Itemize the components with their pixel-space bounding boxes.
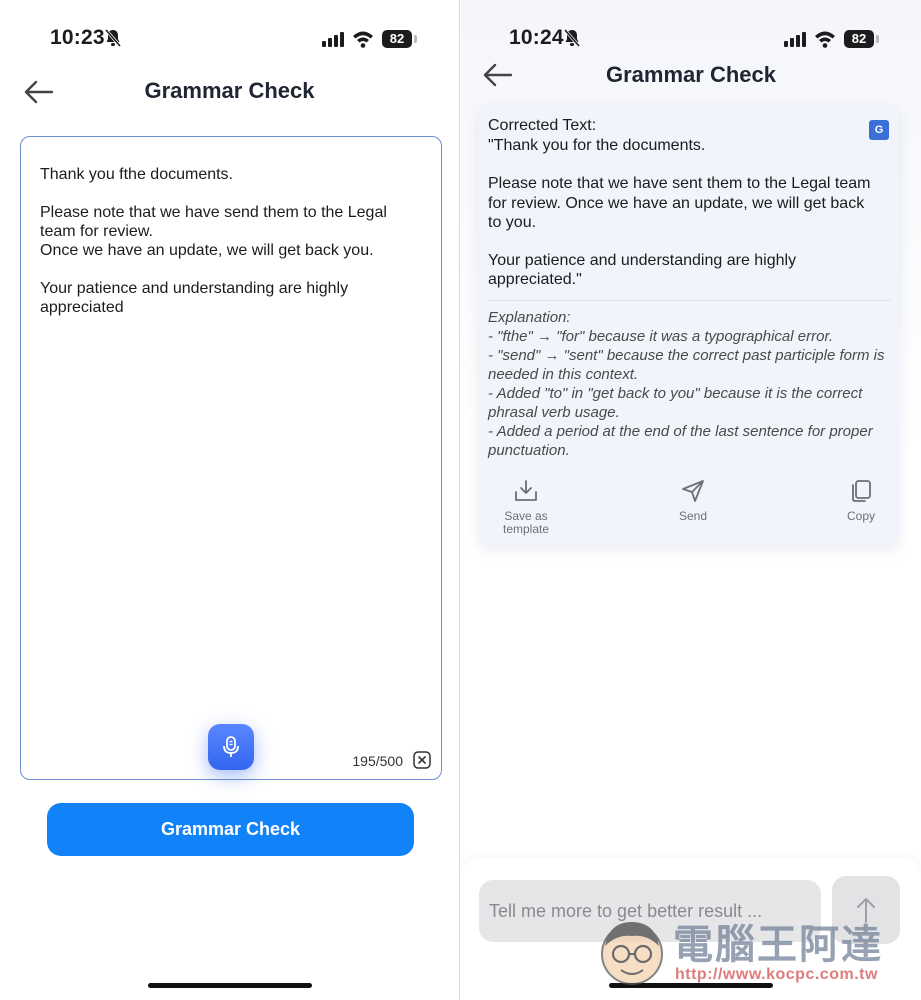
status-time: 10:23	[50, 26, 105, 49]
watermark-title: 電腦王阿達	[673, 922, 883, 968]
page-title: Grammar Check	[144, 78, 315, 103]
corrected-text-label: Corrected Text:	[488, 117, 597, 134]
status-bar: 10:23 82	[0, 24, 459, 54]
character-count: 195/500	[352, 753, 403, 769]
clear-icon[interactable]	[413, 751, 431, 769]
home-indicator	[148, 983, 312, 988]
save-as-template-button[interactable]: Save as template	[501, 478, 551, 536]
save-as-template-label: Save as template	[502, 509, 550, 536]
bell-slash-icon	[563, 29, 581, 47]
nav-bar: Grammar Check	[461, 58, 921, 98]
divider	[487, 300, 891, 301]
page-title: Grammar Check	[606, 62, 776, 87]
signal-icon	[784, 32, 806, 47]
card-actions: Save as template Send Copy	[479, 478, 899, 542]
grammar-check-button[interactable]: Grammar Check	[47, 803, 414, 856]
download-icon	[515, 480, 537, 501]
microphone-button[interactable]	[208, 724, 254, 770]
result-card: Corrected Text: G "Thank you for the doc…	[479, 106, 899, 546]
copy-button[interactable]: Copy	[841, 478, 881, 523]
corrected-text: "Thank you for the documents. Please not…	[488, 137, 871, 289]
right-screen: 10:24 82 Grammar Check Corrected Text: G…	[461, 0, 921, 1000]
send-action-button[interactable]: Send	[673, 478, 713, 523]
send-label: Send	[678, 509, 708, 523]
wifi-icon	[815, 31, 835, 48]
status-time: 10:24	[509, 26, 564, 49]
signal-icon	[322, 32, 344, 47]
watermark: 電腦王阿達 http://www.kocpc.com.tw	[593, 908, 913, 992]
status-bar: 10:24 82	[461, 24, 921, 54]
watermark-url: http://www.kocpc.com.tw	[675, 966, 878, 983]
mascot-face-icon	[601, 922, 663, 985]
editor-text[interactable]: Thank you fthe documents. Please note th…	[40, 165, 411, 317]
explanation-text: Explanation: - "fthe" → "for" because it…	[488, 309, 885, 459]
send-icon	[682, 480, 704, 502]
bell-slash-icon	[104, 29, 122, 47]
battery-icon: 82	[382, 30, 412, 48]
nav-bar: Grammar Check	[0, 72, 459, 112]
microphone-icon	[223, 736, 239, 757]
battery-icon: 82	[844, 30, 874, 48]
copy-icon	[852, 480, 871, 502]
wifi-icon	[353, 31, 373, 48]
left-screen: 10:23 82 Grammar Check Thank you fthe do…	[0, 0, 460, 1000]
text-editor[interactable]: Thank you fthe documents. Please note th…	[20, 136, 442, 780]
copy-label: Copy	[846, 509, 875, 523]
